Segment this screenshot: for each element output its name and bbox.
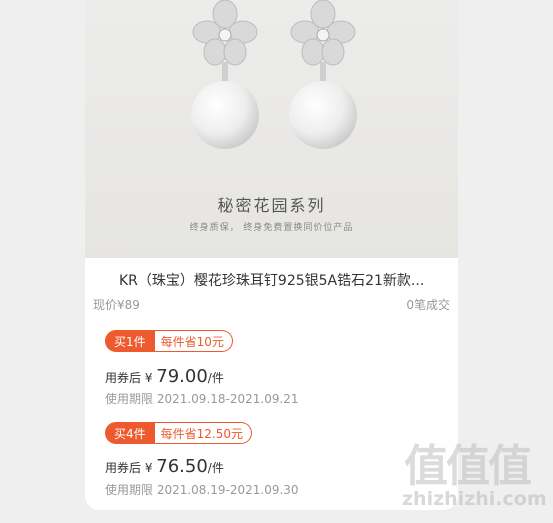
watermark-logo: 值值值	[404, 441, 532, 492]
offer-validity: 使用期限 2021.08.19-2021.09.30	[105, 483, 299, 497]
offer-unit: /件	[207, 461, 224, 475]
current-price: 现价¥89	[93, 298, 140, 312]
offer-unit: /件	[207, 371, 224, 385]
series-subtitle: 终身质保， 终身免费置换同价位产品	[189, 223, 354, 233]
series-title: 秘密花园系列	[217, 196, 326, 215]
sold-count: 0笔成交	[406, 298, 450, 312]
product-image[interactable]: 秘密花园系列 终身质保， 终身免费置换同价位产品	[85, 0, 458, 258]
watermark: 值值值 zhizhizhi.com	[396, 430, 551, 520]
offer-price-line: 用券后 ¥ 76.50/件	[105, 456, 224, 477]
offer-validity: 使用期限 2021.09.18-2021.09.21	[105, 392, 299, 406]
offer-qty-badge: 买4件	[105, 422, 155, 444]
product-title[interactable]: KR（珠宝）樱花珍珠耳钉925银5A锆石21新款...	[119, 270, 449, 290]
offer-price: 76.50	[156, 456, 208, 477]
offer-qty-badge: 买1件	[105, 330, 155, 352]
watermark-site: zhizhizhi.com	[402, 488, 547, 510]
offer-price-line: 用券后 ¥ 79.00/件	[105, 366, 224, 387]
earring-left-image	[191, 0, 259, 149]
offer-price: 79.00	[156, 366, 208, 387]
offer-save-badge: 每件省10元	[154, 330, 233, 352]
offer-tag[interactable]: 买1件 每件省10元	[105, 330, 233, 352]
offer-price-label: 用券后 ¥	[105, 371, 157, 385]
offer-price-label: 用券后 ¥	[105, 461, 157, 475]
offer-tag[interactable]: 买4件 每件省12.50元	[105, 422, 252, 444]
earring-right-image	[289, 0, 357, 149]
offer-save-badge: 每件省12.50元	[154, 422, 252, 444]
